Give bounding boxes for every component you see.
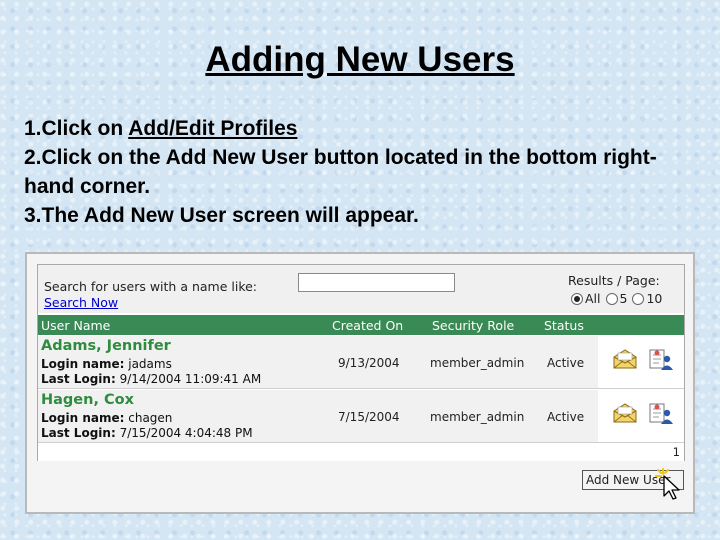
- step-1: 1.Click on Add/Edit Profiles: [24, 114, 704, 143]
- header-status: Status: [544, 318, 584, 333]
- radio-5[interactable]: [605, 292, 618, 305]
- row-actions: [598, 336, 684, 388]
- status-cell: Active: [547, 410, 585, 424]
- radio-all[interactable]: [571, 292, 583, 305]
- instruction-steps: 1.Click on Add/Edit Profiles 2.Click on …: [24, 114, 704, 230]
- login-name-value: jadams: [128, 357, 172, 371]
- table-row: Hagen, Cox Login name: chagen Last Login…: [38, 390, 684, 443]
- user-name-link[interactable]: Hagen, Cox: [41, 392, 134, 408]
- last-login-label: Last Login:: [41, 426, 116, 440]
- rpp-option-10[interactable]: 10: [632, 291, 662, 306]
- table-row: Adams, Jennifer Login name: jadams Last …: [38, 336, 684, 389]
- last-login-value: 7/15/2004 4:04:48 PM: [119, 426, 253, 440]
- search-input[interactable]: [298, 273, 455, 292]
- edit-user-icon[interactable]: [648, 402, 674, 426]
- pager-row: 1: [38, 443, 684, 461]
- header-security-role: Security Role: [432, 318, 515, 333]
- user-list-panel: Search for users with a name like: Searc…: [37, 264, 685, 461]
- envelope-icon[interactable]: [613, 349, 637, 369]
- login-name-line: Login name: chagen: [41, 411, 172, 425]
- user-admin-screenshot: Search for users with a name like: Searc…: [25, 252, 695, 514]
- results-per-page-label: Results / Page:: [568, 273, 660, 288]
- login-name-value: chagen: [128, 411, 173, 425]
- created-on-cell: 9/13/2004: [338, 356, 400, 370]
- rpp-option-5[interactable]: 5: [605, 291, 628, 306]
- results-per-page-options: All 5 10: [571, 291, 667, 306]
- mouse-pointer-icon: [655, 468, 680, 500]
- page-number[interactable]: 1: [673, 445, 680, 459]
- user-name-link[interactable]: Adams, Jennifer: [41, 338, 171, 354]
- last-login-label: Last Login:: [41, 372, 116, 386]
- login-name-line: Login name: jadams: [41, 357, 172, 371]
- search-bar: Search for users with a name like: Searc…: [38, 265, 684, 313]
- search-now-link[interactable]: Search Now: [44, 295, 118, 310]
- step-3: 3.The Add New User screen will appear.: [24, 204, 419, 227]
- login-name-label: Login name:: [41, 357, 125, 371]
- rpp-option-all-label: All: [585, 291, 601, 306]
- table-header: User Name Created On Security Role Statu…: [38, 315, 684, 335]
- security-role-cell: member_admin: [430, 356, 525, 370]
- login-name-label: Login name:: [41, 411, 125, 425]
- last-login-line: Last Login: 7/15/2004 4:04:48 PM: [41, 426, 253, 440]
- header-created-on: Created On: [332, 318, 404, 333]
- last-login-line: Last Login: 9/14/2004 11:09:41 AM: [41, 372, 261, 386]
- add-edit-profiles-link[interactable]: Add/Edit Profiles: [128, 117, 297, 140]
- security-role-cell: member_admin: [430, 410, 525, 424]
- row-actions: [598, 390, 684, 442]
- radio-10[interactable]: [632, 292, 645, 305]
- step-2: 2.Click on the Add New User button locat…: [24, 146, 657, 198]
- slide-title: Adding New Users: [205, 40, 515, 79]
- envelope-icon[interactable]: [613, 403, 637, 423]
- header-user-name: User Name: [41, 318, 111, 333]
- search-label: Search for users with a name like:: [44, 279, 258, 294]
- step-1-text: 1.Click on: [24, 117, 129, 140]
- status-cell: Active: [547, 356, 585, 370]
- rpp-option-5-label: 5: [619, 291, 628, 306]
- rpp-option-all[interactable]: All: [571, 291, 601, 306]
- rpp-option-10-label: 10: [646, 291, 663, 306]
- created-on-cell: 7/15/2004: [338, 410, 400, 424]
- edit-user-icon[interactable]: [648, 348, 674, 372]
- last-login-value: 9/14/2004 11:09:41 AM: [119, 372, 262, 386]
